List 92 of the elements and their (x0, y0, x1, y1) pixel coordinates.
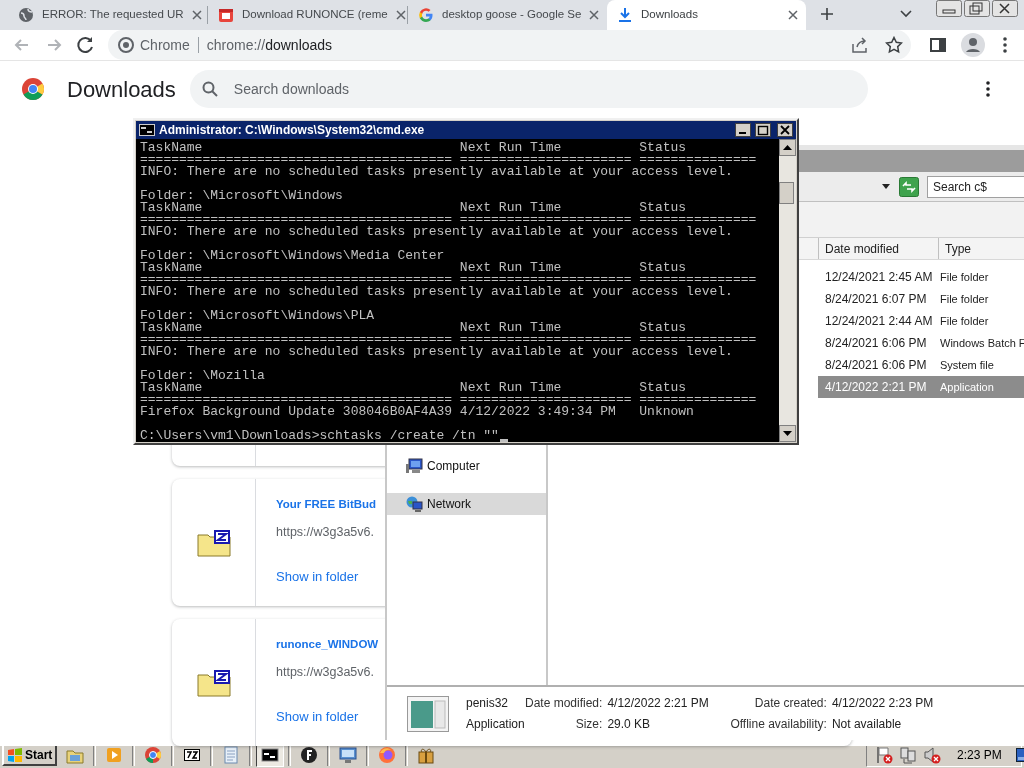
network-icon (406, 495, 423, 513)
google-icon (418, 7, 434, 23)
globe-icon (18, 7, 34, 23)
application-icon (407, 695, 449, 732)
field-label: Date modified: (525, 695, 603, 712)
address-bar[interactable]: Chrome chrome://downloads (108, 30, 911, 60)
console-line: ======================================== ====================== =============== (140, 154, 757, 166)
field-value: 4/12/2022 2:23 PM (831, 695, 934, 712)
refresh-icon[interactable] (899, 176, 919, 197)
app-icon (218, 7, 234, 23)
file-row[interactable]: 8/24/2021 6:06 PM System file (818, 354, 1024, 376)
window-title: Administrator: C:\Windows\System32\cmd.exe (159, 122, 426, 139)
browser-tab[interactable]: ERROR: The requested UR (8, 0, 207, 30)
computer-icon (406, 457, 423, 475)
zip-folder-icon (196, 668, 231, 697)
scroll-thumb[interactable] (779, 182, 794, 204)
field-label: Size: (574, 716, 603, 733)
chrome-icon[interactable] (143, 744, 164, 765)
chevron-down-icon[interactable] (900, 10, 912, 18)
console-line: INFO: There are no scheduled tasks presently available at your access level. (140, 286, 733, 298)
show-in-folder-link[interactable]: Show in folder (276, 707, 359, 727)
side-panel-icon[interactable] (929, 36, 947, 54)
console-line: Folder: \Microsoft\Windows\PLA (140, 310, 375, 322)
console-line: INFO: There are no scheduled tasks presently available at your access level. (140, 166, 733, 178)
minimize-icon[interactable] (735, 123, 751, 137)
scrollbar[interactable] (779, 139, 796, 442)
close-icon[interactable] (788, 10, 798, 20)
file-row[interactable]: 12/24/2021 2:45 AM File folder (818, 266, 1024, 288)
maximize-icon[interactable] (755, 123, 771, 137)
site-label: Chrome (140, 35, 190, 55)
file-row[interactable]: 12/24/2021 2:44 AM File folder (818, 310, 1024, 332)
chrome-logo-icon (21, 77, 45, 101)
console-line: ======================================== ====================== =============== (140, 274, 757, 286)
profile-icon[interactable] (961, 33, 985, 57)
navigation-item[interactable]: Computer (387, 455, 546, 477)
browser-tab[interactable]: Downloads (607, 0, 806, 30)
console-line: TaskName Next Run Time Status (140, 382, 687, 394)
new-tab-icon[interactable] (820, 7, 834, 21)
close-icon[interactable] (777, 123, 793, 137)
console-icon (139, 124, 155, 136)
search-field[interactable]: Search c$ (927, 175, 1024, 198)
file-row[interactable]: 8/24/2021 6:07 PM File folder (818, 288, 1024, 310)
search-icon (201, 81, 218, 97)
console-line: ======================================== ====================== =============== (140, 394, 757, 406)
console-line: Folder: \Mozilla (140, 370, 265, 382)
share-icon[interactable] (851, 36, 869, 54)
console-line: TaskName Next Run Time Status (140, 262, 687, 274)
console-line: Firefox Background Update 308046B0AF4A39 4/12/2022 3:49:34 PM Unknown (140, 406, 694, 418)
search-field[interactable]: Search downloads (189, 70, 868, 108)
console-line: ======================================== ====================== =============== (140, 334, 757, 346)
console-line: TaskName Next Run Time Status (140, 142, 687, 154)
source-url: https://w3g3a5v6. (276, 664, 374, 681)
console-line: C:\Users\vm1\Downloads>schtasks /create /tn "" (140, 430, 499, 442)
file-name-link[interactable]: runonce_WINDOW (276, 636, 379, 654)
windows-flag-icon (7, 747, 23, 762)
show-in-folder-link[interactable]: Show in folder (276, 567, 359, 587)
browser-tab[interactable]: desktop goose - Google Se (408, 0, 607, 30)
field-value: 29.0 KB (607, 716, 652, 733)
download-icon (617, 7, 633, 23)
monitor-icon[interactable] (338, 744, 359, 765)
restore-icon[interactable] (964, 0, 990, 17)
column-header[interactable]: Type (938, 238, 1024, 259)
column-header[interactable]: Date modified (818, 238, 938, 259)
close-icon[interactable] (992, 0, 1018, 17)
zip-folder-icon (196, 528, 231, 557)
more-icon[interactable] (983, 80, 992, 98)
source-url: https://w3g3a5v6. (276, 524, 374, 541)
file-name-link[interactable]: Your FREE BitBud (276, 496, 377, 514)
star-icon[interactable] (885, 36, 903, 54)
browser-tab[interactable]: Download RUNONCE (reme (208, 0, 407, 30)
console-line: Folder: \Microsoft\Windows (140, 190, 343, 202)
page-title: Downloads (67, 75, 176, 104)
network-icon (899, 745, 917, 764)
dropdown-arrow-icon[interactable] (882, 184, 890, 189)
console-line: Folder: \Microsoft\Windows\Media Center (140, 250, 445, 262)
url-text: chrome://downloads (206, 35, 334, 55)
console-line: TaskName Next Run Time Status (140, 322, 687, 334)
file-name: penis32 (466, 695, 510, 712)
field-value: 4/12/2022 2:21 PM (607, 695, 710, 712)
text-cursor (499, 439, 508, 442)
console-line: INFO: There are no scheduled tasks presently available at your access level. (140, 226, 733, 238)
chrome-icon (118, 37, 134, 53)
firefox-icon[interactable] (377, 744, 398, 765)
clock: 2:23 PM (957, 746, 1002, 764)
dark-circle-icon[interactable] (299, 744, 320, 765)
field-value: Not available (831, 716, 903, 733)
console-line: INFO: There are no scheduled tasks presently available at your access level. (140, 346, 733, 358)
field-label: Date created: (753, 695, 827, 712)
console-line: TaskName Next Run Time Status (140, 202, 687, 214)
field-label: Offline availability: (730, 716, 827, 733)
console-line: ======================================== ====================== =============== (140, 214, 757, 226)
navigation-item[interactable]: Network (387, 493, 546, 515)
